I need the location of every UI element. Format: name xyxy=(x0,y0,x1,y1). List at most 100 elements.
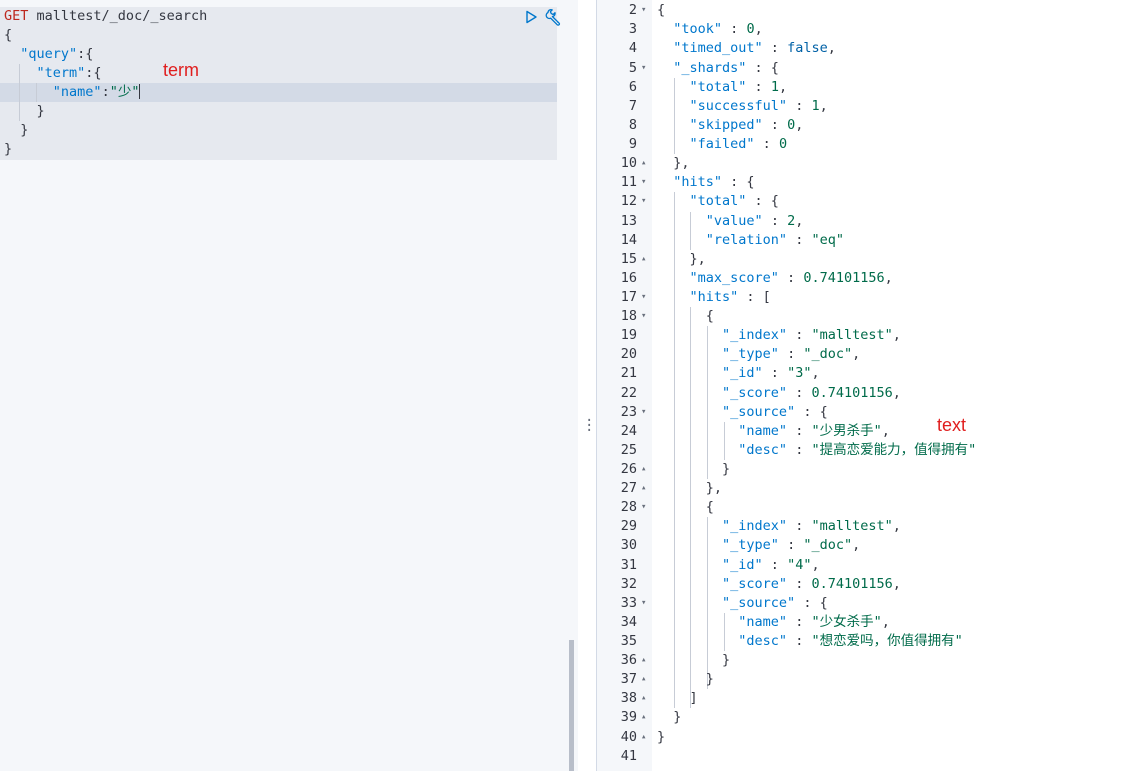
fold-toggle-icon[interactable]: ▾ xyxy=(641,192,651,211)
line-number: 14 xyxy=(620,232,637,248)
fold-toggle-icon[interactable]: ▾ xyxy=(641,403,651,422)
request-line[interactable]: } xyxy=(4,102,45,121)
line-number: 26 xyxy=(620,461,637,477)
response-line: "failed" : 0 xyxy=(689,136,788,152)
fold-toggle-icon[interactable]: ▴ xyxy=(641,250,651,269)
response-line: "hits" : { xyxy=(673,174,755,190)
response-line: { xyxy=(657,2,666,18)
fold-toggle-icon[interactable]: ▾ xyxy=(641,498,651,517)
line-number: 34 xyxy=(620,614,637,630)
line-number: 21 xyxy=(620,365,637,381)
line-number: 3 xyxy=(628,21,637,37)
fold-toggle-icon[interactable]: ▴ xyxy=(641,728,651,747)
response-line: "_id" : "4", xyxy=(722,557,820,573)
response-line: "desc" : "提高恋爱能力，值得拥有" xyxy=(738,442,977,458)
line-number: 32 xyxy=(620,576,637,592)
wrench-icon[interactable] xyxy=(545,8,563,26)
response-line: "_score" : 0.74101156, xyxy=(722,576,901,592)
response-line: "_type" : "_doc", xyxy=(722,346,861,362)
line-number: 13 xyxy=(620,213,637,229)
request-line[interactable]: } xyxy=(4,121,28,140)
fold-toggle-icon[interactable]: ▴ xyxy=(641,689,651,708)
fold-toggle-icon[interactable]: ▴ xyxy=(641,460,651,479)
fold-toggle-icon[interactable]: ▾ xyxy=(641,173,651,192)
pane-splitter[interactable]: · · · xyxy=(578,0,597,771)
response-line: } xyxy=(657,709,682,725)
request-editor[interactable]: GET malltest/_doc/_search { "query":{ "t… xyxy=(0,0,578,771)
request-line[interactable]: { xyxy=(4,26,12,45)
response-line: "successful" : 1, xyxy=(689,98,828,114)
line-number: 36 xyxy=(620,652,637,668)
indent-guide xyxy=(19,64,20,121)
annotation-term: term xyxy=(163,60,199,80)
fold-toggle-icon[interactable]: ▴ xyxy=(641,670,651,689)
http-method: GET xyxy=(4,8,29,24)
line-number: 8 xyxy=(628,117,637,133)
play-icon[interactable] xyxy=(522,8,540,26)
line-number: 40 xyxy=(620,729,637,745)
response-line: "total" : 1, xyxy=(689,79,788,95)
fold-toggle-icon[interactable]: ▾ xyxy=(641,1,651,20)
response-line: "value" : 2, xyxy=(705,213,804,229)
line-number: 30 xyxy=(620,537,637,553)
line-number: 2 xyxy=(628,2,637,18)
response-line: }, xyxy=(657,155,690,171)
line-number: 33 xyxy=(620,595,637,611)
drag-handle-icon[interactable]: · · · xyxy=(585,414,593,438)
line-number: 39 xyxy=(620,709,637,725)
line-number: 38 xyxy=(620,690,637,706)
response-line: "name" : "少男杀手", xyxy=(738,423,890,439)
text-cursor xyxy=(139,84,141,99)
line-number: 20 xyxy=(620,346,637,362)
request-line[interactable]: "query":{ xyxy=(4,45,93,64)
left-scrollbar[interactable] xyxy=(569,640,574,771)
fold-toggle-icon[interactable]: ▾ xyxy=(641,307,651,326)
fold-toggle-icon[interactable]: ▴ xyxy=(641,479,651,498)
response-line: "desc" : "想恋爱吗，你值得拥有" xyxy=(738,633,963,649)
response-line: "hits" : [ xyxy=(689,289,771,305)
response-line: "_source" : { xyxy=(722,595,828,611)
fold-toggle-icon[interactable]: ▾ xyxy=(641,288,651,307)
line-number: 5 xyxy=(628,60,637,76)
request-toolbar xyxy=(522,7,563,27)
response-line: "_id" : "3", xyxy=(722,365,820,381)
response-line: ] xyxy=(657,690,698,706)
line-number: 28 xyxy=(620,499,637,515)
response-line: } xyxy=(657,461,731,477)
response-line: "took" : 0, xyxy=(673,21,763,37)
line-number: 6 xyxy=(628,79,637,95)
annotation-text: text xyxy=(937,415,967,435)
fold-toggle-icon[interactable]: ▴ xyxy=(641,708,651,727)
line-number: 4 xyxy=(628,40,637,56)
fold-toggle-icon[interactable]: ▾ xyxy=(641,59,651,78)
line-number: 31 xyxy=(620,557,637,573)
response-line: "timed_out" : false, xyxy=(673,40,836,56)
response-line: "_index" : "malltest", xyxy=(722,327,901,343)
line-number: 17 xyxy=(620,289,637,305)
line-number: 25 xyxy=(620,442,637,458)
line-number: 15 xyxy=(620,251,637,267)
response-line: "_index" : "malltest", xyxy=(722,518,901,534)
request-line[interactable]: } xyxy=(4,140,12,159)
line-number: 24 xyxy=(620,423,637,439)
fold-toggle-icon[interactable]: ▴ xyxy=(641,154,651,173)
fold-toggle-icon[interactable]: ▾ xyxy=(641,594,651,613)
indent-guide xyxy=(36,83,37,102)
response-line: "max_score" : 0.74101156, xyxy=(689,270,893,286)
line-number: 16 xyxy=(620,270,637,286)
line-number: 9 xyxy=(628,136,637,152)
fold-toggle-icon[interactable]: ▴ xyxy=(641,651,651,670)
response-line: "_shards" : { xyxy=(673,60,779,76)
response-line: } xyxy=(657,671,714,687)
response-line: "_type" : "_doc", xyxy=(722,537,861,553)
response-line: "_score" : 0.74101156, xyxy=(722,385,901,401)
line-number: 7 xyxy=(628,98,637,114)
response-line: "relation" : "eq" xyxy=(705,232,844,248)
request-line-method[interactable]: GET malltest/_doc/_search xyxy=(4,7,207,26)
request-line[interactable]: "name":"少" xyxy=(4,83,141,102)
request-path: malltest/_doc/_search xyxy=(36,8,208,24)
response-line: "total" : { xyxy=(689,193,779,209)
line-number: 29 xyxy=(620,518,637,534)
response-line: { xyxy=(657,308,714,324)
response-line: }, xyxy=(657,251,706,267)
